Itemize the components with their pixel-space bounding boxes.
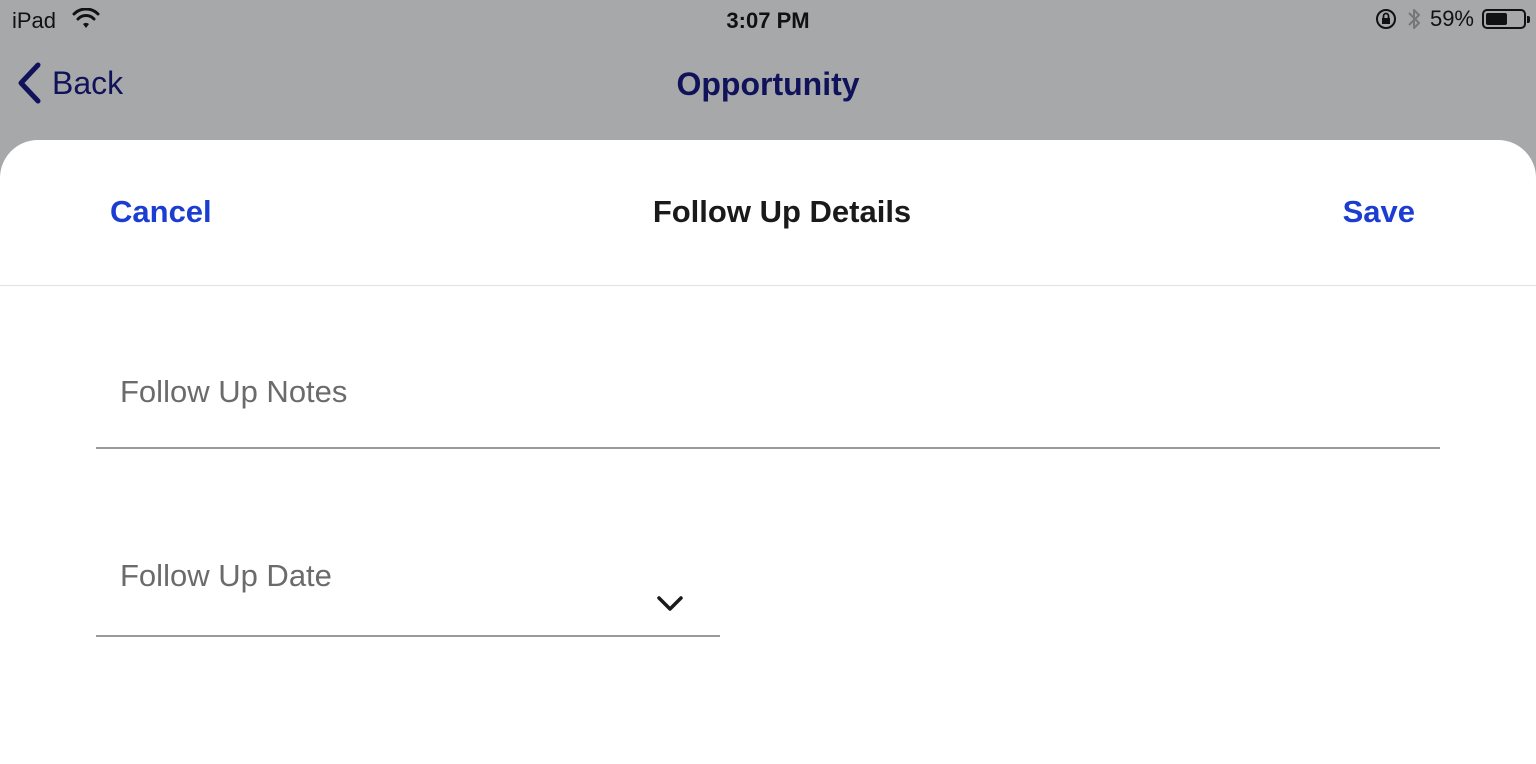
follow-up-sheet: Cancel Follow Up Details Save Follow Up … [0, 140, 1536, 764]
navigation-bar: Back Opportunity [0, 40, 1536, 130]
page-title: Opportunity [676, 66, 860, 102]
sheet-title: Follow Up Details [652, 194, 912, 229]
rotation-lock-icon [1375, 9, 1396, 29]
follow-up-notes-input[interactable]: Follow Up Notes [96, 340, 1440, 449]
save-button[interactable]: Save [1343, 194, 1415, 230]
battery-fill [1486, 13, 1508, 25]
follow-up-date-select[interactable]: Follow Up Date [96, 520, 720, 637]
sheet-header: Cancel Follow Up Details Save [0, 140, 1536, 286]
status-right-group: 59% [1374, 6, 1530, 32]
date-placeholder: Follow Up Date [120, 558, 332, 593]
chevron-down-icon[interactable] [656, 594, 684, 614]
status-time: 3:07 PM [726, 8, 810, 33]
bluetooth-icon [1408, 9, 1420, 29]
status-bar: iPad 3:07 PM 59% [0, 0, 1536, 40]
notes-placeholder: Follow Up Notes [120, 374, 348, 409]
battery-percentage: 59% [1429, 6, 1474, 31]
battery-icon [1482, 9, 1530, 29]
